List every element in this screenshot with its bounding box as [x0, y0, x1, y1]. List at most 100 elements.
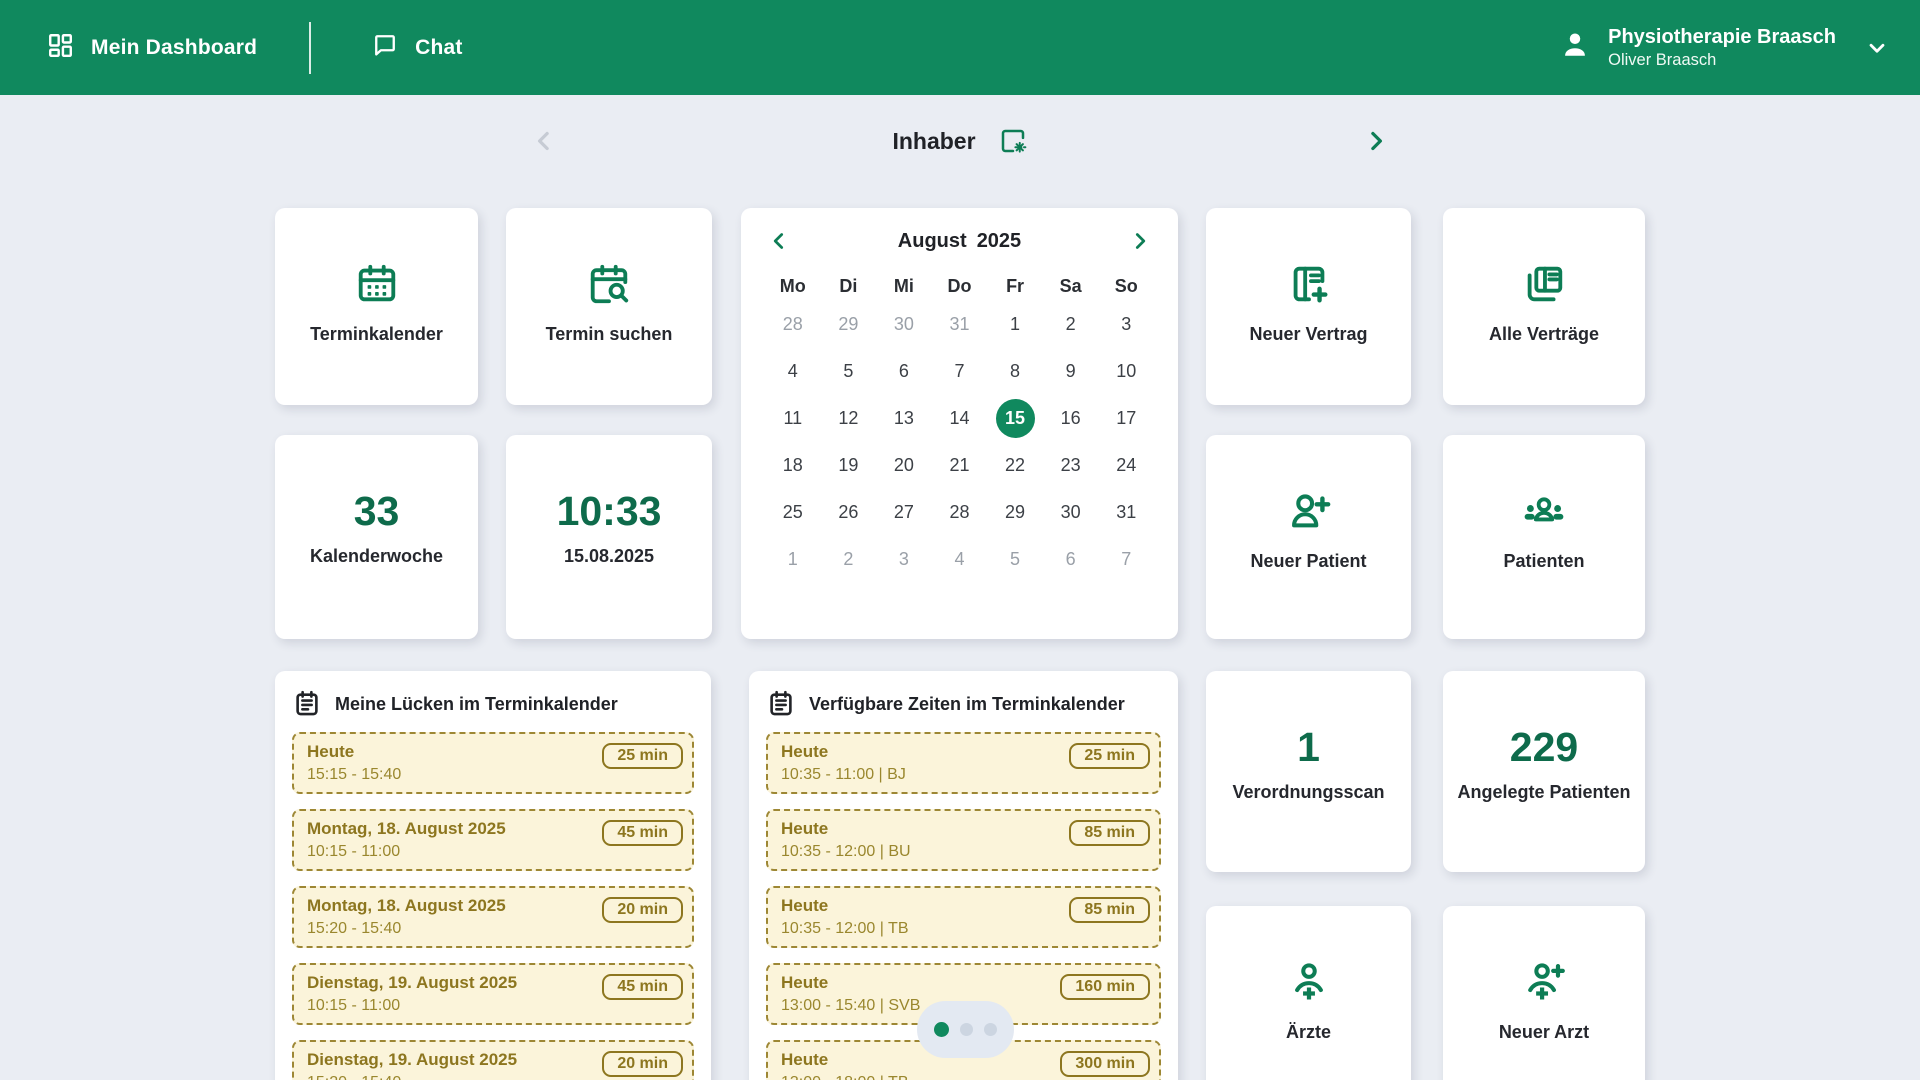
timeslot-item[interactable]: Montag, 18. August 2025 10:15 - 11:00 45…: [292, 809, 694, 871]
calendar-day[interactable]: 6: [876, 348, 932, 395]
card-terminkalender[interactable]: Terminkalender: [275, 208, 478, 405]
verordnungsscan-label: Verordnungsscan: [1232, 782, 1384, 803]
calendar-day[interactable]: 14: [932, 395, 988, 442]
timeslot-info: Dienstag, 19. August 2025 10:15 - 11:00: [307, 972, 517, 1016]
calendar-day[interactable]: 5: [821, 348, 877, 395]
calendar-day[interactable]: 7: [932, 348, 988, 395]
angelegte-patienten-count: 229: [1510, 727, 1578, 768]
calendar-day[interactable]: 1: [765, 536, 821, 583]
calendar-day[interactable]: 7: [1098, 536, 1154, 583]
nav-item-chat[interactable]: Chat: [371, 31, 462, 64]
calendar-day[interactable]: 17: [1098, 395, 1154, 442]
calendar-day[interactable]: 28: [765, 301, 821, 348]
calendar-day[interactable]: 16: [1043, 395, 1099, 442]
timeslot-item[interactable]: Heute 10:35 - 12:00 | TB 85 min: [766, 886, 1161, 948]
calendar-next-month-button[interactable]: [1126, 227, 1154, 255]
calendar-day[interactable]: 19: [821, 442, 877, 489]
calendar-day[interactable]: 2: [821, 536, 877, 583]
timeslot-time: 15:15 - 15:40: [307, 764, 401, 785]
timeslot-item[interactable]: Heute 15:15 - 15:40 25 min: [292, 732, 694, 794]
calendar-day[interactable]: 26: [821, 489, 877, 536]
timeslot-item[interactable]: Montag, 18. August 2025 15:20 - 15:40 20…: [292, 886, 694, 948]
calendar-day[interactable]: 6: [1043, 536, 1099, 583]
card-label-terminkalender: Terminkalender: [310, 324, 443, 345]
carousel-dot[interactable]: [984, 1023, 997, 1036]
app-header: Mein Dashboard Chat Physiothera: [0, 0, 1920, 95]
weekday-label: Fr: [987, 276, 1043, 297]
account-menu[interactable]: Physiotherapie Braasch Oliver Braasch: [1558, 25, 1920, 71]
calendar-day[interactable]: 23: [1043, 442, 1099, 489]
calendar-day[interactable]: 25: [765, 489, 821, 536]
calendar-day[interactable]: 13: [876, 395, 932, 442]
title-center: Inhaber: [0, 95, 1920, 187]
timeslot-time: 10:35 - 12:00 | TB: [781, 918, 909, 939]
chat-bubble-icon: [371, 31, 399, 64]
timeslot-time: 10:35 - 12:00 | BU: [781, 841, 911, 862]
calendar-day[interactable]: 21: [932, 442, 988, 489]
card-termin-suchen[interactable]: Termin suchen: [506, 208, 712, 405]
calendar-day[interactable]: 9: [1043, 348, 1099, 395]
calendar-day[interactable]: 30: [876, 301, 932, 348]
timeslot-item[interactable]: Heute 10:35 - 12:00 | BU 85 min: [766, 809, 1161, 871]
calendar-day[interactable]: 28: [932, 489, 988, 536]
calendar-day[interactable]: 30: [1043, 489, 1099, 536]
timeslot-duration-badge: 25 min: [602, 743, 683, 769]
calendar-day[interactable]: 11: [765, 395, 821, 442]
owner-dashboard-page: Mein Dashboard Chat Physiothera: [0, 0, 1920, 1080]
calendar-day[interactable]: 24: [1098, 442, 1154, 489]
person-add-icon: [1286, 488, 1332, 534]
calendar-day[interactable]: 18: [765, 442, 821, 489]
calendar-day[interactable]: 27: [876, 489, 932, 536]
timeslot-time: 13:00 - 18:00 | TB: [781, 1072, 909, 1080]
card-verordnungsscan[interactable]: 1 Verordnungsscan: [1206, 671, 1411, 872]
calendar-day[interactable]: 5: [987, 536, 1043, 583]
timeslot-item[interactable]: Heute 10:35 - 11:00 | BJ 25 min: [766, 732, 1161, 794]
calendar-day[interactable]: 29: [821, 301, 877, 348]
calendar-weekdays: MoDiMiDoFrSaSo: [765, 276, 1154, 297]
card-label-neuer-arzt: Neuer Arzt: [1499, 1022, 1589, 1043]
calendar-title: August 2025: [898, 230, 1021, 253]
calendar-day[interactable]: 4: [765, 348, 821, 395]
weekday-label: Sa: [1043, 276, 1099, 297]
carousel-dot[interactable]: [960, 1023, 973, 1036]
card-aerzte[interactable]: Ärzte: [1206, 906, 1411, 1080]
carousel-dot[interactable]: [934, 1022, 949, 1037]
card-neuer-arzt[interactable]: Neuer Arzt: [1443, 906, 1645, 1080]
calendar-day[interactable]: 4: [932, 536, 988, 583]
calendar-prev-month-button[interactable]: [765, 227, 793, 255]
card-alle-vertraege[interactable]: Alle Verträge: [1443, 208, 1645, 405]
titlebar: Inhaber: [0, 95, 1920, 187]
card-neuer-patient[interactable]: Neuer Patient: [1206, 435, 1411, 639]
calendar-day[interactable]: 10: [1098, 348, 1154, 395]
practice-name: Physiotherapie Braasch: [1608, 25, 1836, 50]
calendar-day[interactable]: 22: [987, 442, 1043, 489]
carousel-dots: [917, 1001, 1014, 1058]
calendar-day[interactable]: 12: [821, 395, 877, 442]
timeslot-date: Dienstag, 19. August 2025: [307, 1049, 517, 1071]
card-neuer-vertrag[interactable]: Neuer Vertrag: [1206, 208, 1411, 405]
timeslot-item[interactable]: Dienstag, 19. August 2025 10:15 - 11:00 …: [292, 963, 694, 1025]
verordnungsscan-count: 1: [1297, 727, 1320, 768]
calendar-day[interactable]: 31: [1098, 489, 1154, 536]
timeslot-date: Heute: [781, 972, 920, 994]
card-patienten[interactable]: Patienten: [1443, 435, 1645, 639]
card-angelegte-patienten[interactable]: 229 Angelegte Patienten: [1443, 671, 1645, 872]
page-next-button[interactable]: [1358, 123, 1394, 159]
calendar-search-icon: [586, 261, 632, 307]
calendar-day[interactable]: 2: [1043, 301, 1099, 348]
calendar-day[interactable]: 29: [987, 489, 1043, 536]
dashboard-grid-icon: [46, 31, 75, 65]
nav-item-dashboard[interactable]: Mein Dashboard: [46, 31, 257, 65]
dashboard-settings-icon[interactable]: [998, 126, 1028, 156]
calendar-day[interactable]: 31: [932, 301, 988, 348]
calendar-day[interactable]: 3: [1098, 301, 1154, 348]
calendar-day[interactable]: 8: [987, 348, 1043, 395]
card-label-neuer-vertrag: Neuer Vertrag: [1249, 324, 1367, 345]
timeslot-item[interactable]: Dienstag, 19. August 2025 15:20 - 15:40 …: [292, 1040, 694, 1080]
calendar-day[interactable]: 15: [987, 395, 1043, 442]
people-group-icon: [1521, 488, 1567, 534]
calendar-day[interactable]: 1: [987, 301, 1043, 348]
calendar-day[interactable]: 20: [876, 442, 932, 489]
timeslot-duration-badge: 45 min: [602, 820, 683, 846]
calendar-day[interactable]: 3: [876, 536, 932, 583]
